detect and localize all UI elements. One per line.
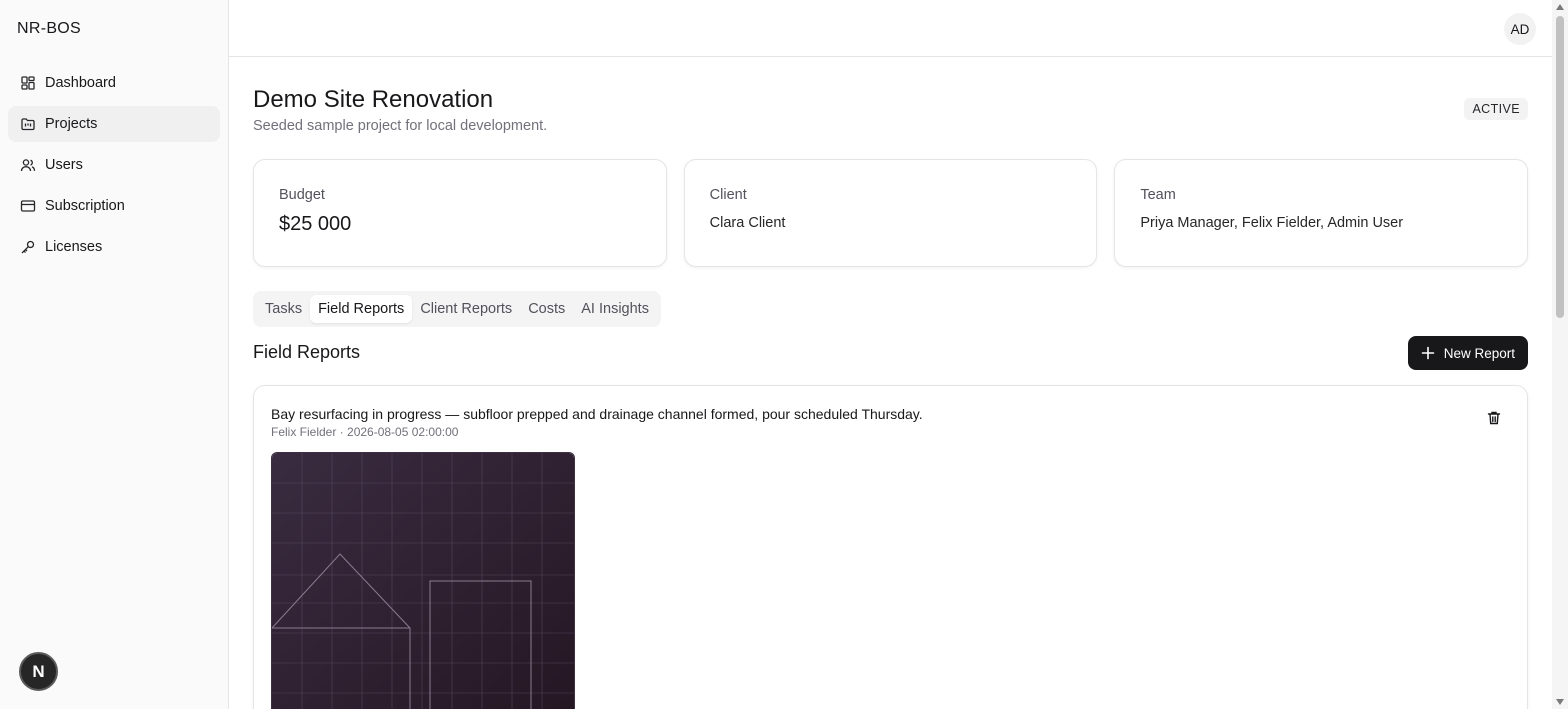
client-label: Client bbox=[709, 187, 747, 203]
avatar[interactable]: AD bbox=[1504, 13, 1536, 45]
report-meta: Felix Fielder · 2026-08-05 02:00:00 bbox=[271, 425, 459, 439]
project-tabs: Tasks Field Reports Client Reports Costs… bbox=[253, 291, 661, 327]
report-photo[interactable] bbox=[271, 452, 575, 709]
main-content: Demo Site Renovation Seeded sample proje… bbox=[253, 57, 1529, 709]
trash-icon[interactable] bbox=[1486, 410, 1502, 426]
app-brand[interactable]: NR-BOS bbox=[0, 0, 228, 57]
dev-tools-badge[interactable]: N bbox=[19, 652, 58, 691]
sidebar-item-label: Projects bbox=[45, 116, 98, 132]
scroll-thumb[interactable] bbox=[1556, 16, 1564, 318]
credit-card-icon bbox=[20, 200, 36, 212]
sidebar-item-label: Dashboard bbox=[45, 75, 116, 91]
folder-icon bbox=[21, 118, 35, 131]
new-report-button[interactable]: New Report bbox=[1407, 336, 1528, 370]
scroll-up-arrow[interactable] bbox=[1556, 4, 1564, 10]
page-scrollbar[interactable] bbox=[1552, 0, 1568, 709]
sidebar-item-users[interactable]: Users bbox=[8, 147, 220, 183]
tab-client-reports[interactable]: Client Reports bbox=[412, 295, 520, 323]
team-value: Priya Manager, Felix Fielder, Admin User bbox=[1140, 215, 1404, 231]
construction-sketch-image bbox=[272, 453, 574, 709]
budget-value: $25 000 bbox=[279, 213, 352, 235]
sidebar: NR-BOS Dashboard Projects Users Subscrip… bbox=[0, 0, 229, 709]
sidebar-item-label: Subscription bbox=[45, 198, 125, 214]
status-badge: ACTIVE bbox=[1464, 98, 1528, 120]
sidebar-item-subscription[interactable]: Subscription bbox=[8, 188, 220, 224]
section-title: Field Reports bbox=[253, 342, 361, 362]
tab-field-reports[interactable]: Field Reports bbox=[310, 295, 413, 323]
sidebar-nav: Dashboard Projects Users Subscription Li… bbox=[0, 57, 228, 278]
tab-ai-insights[interactable]: AI Insights bbox=[573, 295, 657, 323]
plus-icon bbox=[1421, 346, 1435, 360]
client-card: Client Clara Client bbox=[683, 159, 1098, 267]
tab-tasks[interactable]: Tasks bbox=[257, 295, 310, 323]
dashboard-icon bbox=[21, 76, 35, 90]
sidebar-item-licenses[interactable]: Licenses bbox=[8, 229, 220, 265]
top-bar: AD bbox=[229, 0, 1552, 57]
new-report-label: New Report bbox=[1443, 345, 1515, 361]
tab-costs[interactable]: Costs bbox=[520, 295, 573, 323]
team-label: Team bbox=[1140, 187, 1176, 203]
summary-cards: Budget $25 000 Client Clara Client Team … bbox=[253, 159, 1529, 267]
report-card: Bay resurfacing in progress — subfloor p… bbox=[253, 385, 1528, 709]
key-icon bbox=[21, 240, 35, 254]
report-text: Bay resurfacing in progress — subfloor p… bbox=[271, 406, 923, 422]
sidebar-item-label: Users bbox=[45, 157, 83, 173]
budget-card: Budget $25 000 bbox=[253, 159, 667, 267]
page-title: Demo Site Renovation bbox=[253, 86, 494, 113]
scroll-down-arrow[interactable] bbox=[1556, 699, 1564, 705]
budget-label: Budget bbox=[279, 187, 325, 203]
page-subtitle: Seeded sample project for local developm… bbox=[253, 118, 548, 134]
sidebar-item-label: Licenses bbox=[45, 239, 103, 255]
team-card: Team Priya Manager, Felix Fielder, Admin… bbox=[1114, 159, 1529, 267]
sidebar-item-dashboard[interactable]: Dashboard bbox=[8, 65, 220, 101]
sidebar-item-projects[interactable]: Projects bbox=[8, 106, 220, 142]
users-icon bbox=[20, 159, 36, 172]
client-value: Clara Client bbox=[709, 215, 786, 231]
